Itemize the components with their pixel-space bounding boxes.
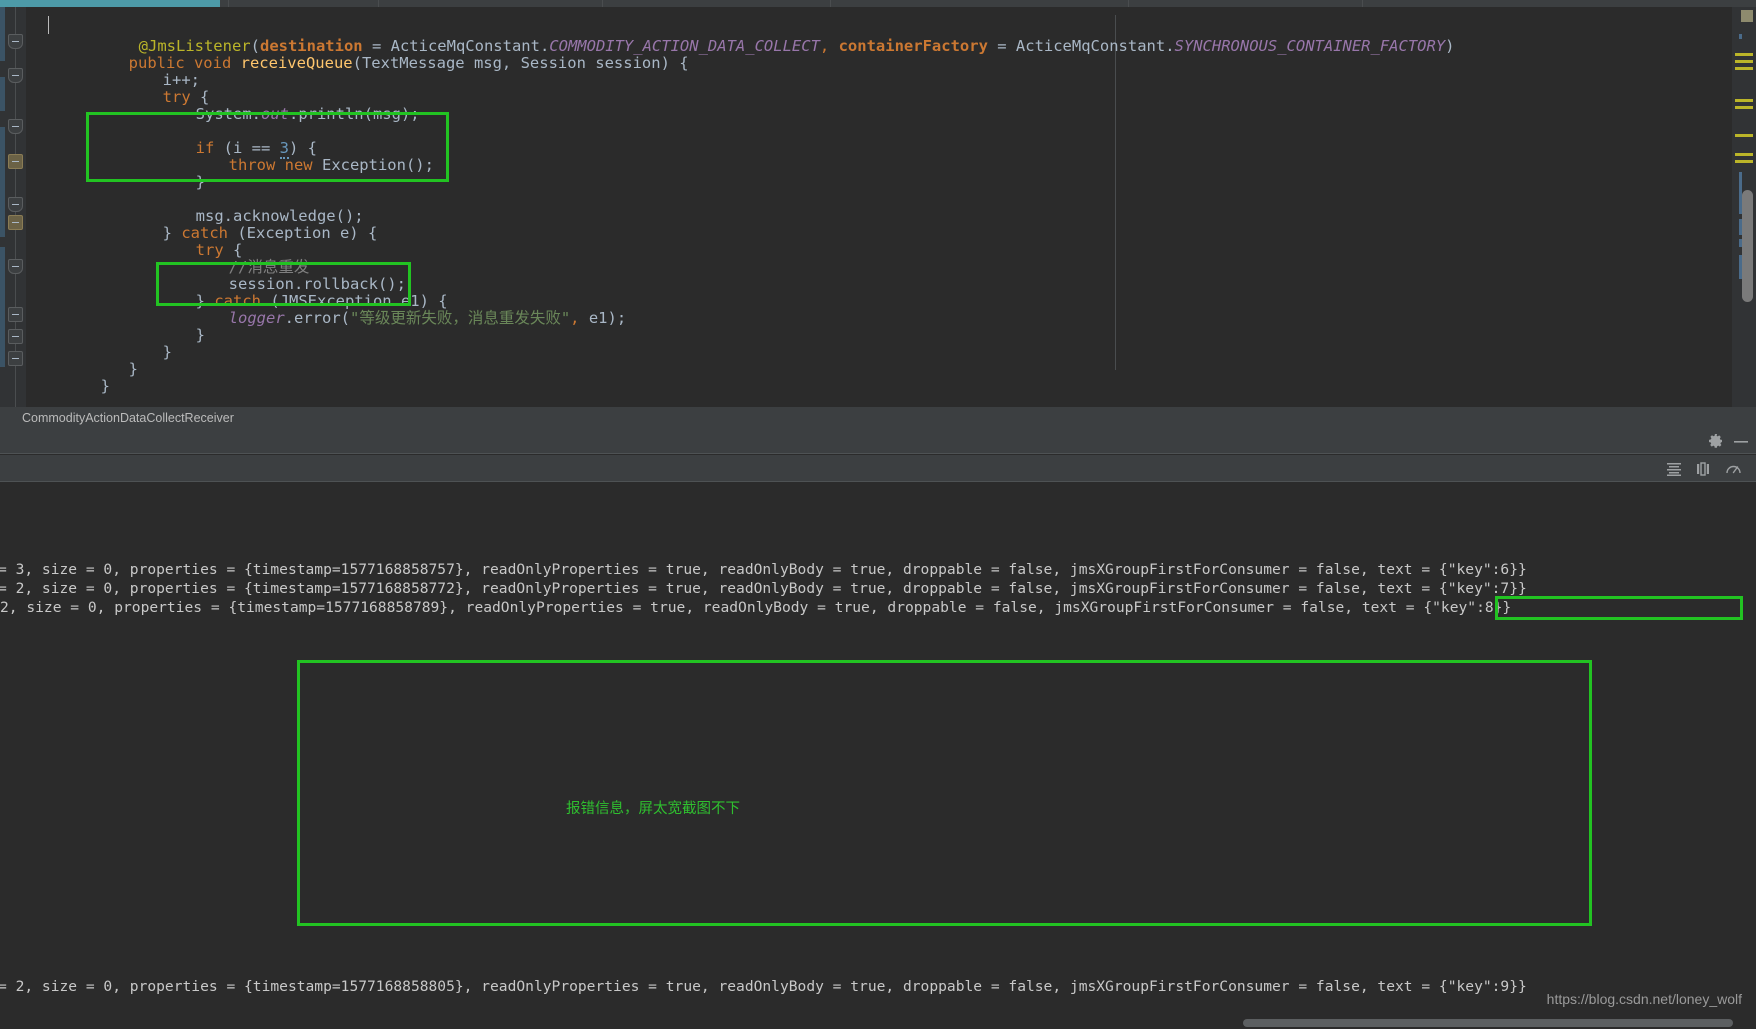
editor-right-gutter[interactable]: [1732, 7, 1756, 407]
breadcrumb[interactable]: CommodityActionDataCollectReceiver: [0, 407, 1756, 429]
annotation-note-text: 报错信息，屏太宽截图不下: [566, 801, 740, 817]
fold-marker[interactable]: [8, 68, 23, 83]
gear-icon[interactable]: [1708, 433, 1724, 449]
console-line: = 3, size = 0, properties = {timestamp=1…: [0, 561, 1527, 578]
minimize-icon[interactable]: [1734, 440, 1748, 443]
fold-marker[interactable]: [8, 197, 23, 212]
fold-marker[interactable]: [8, 329, 23, 344]
fold-marker[interactable]: [8, 351, 23, 366]
print-icon[interactable]: [1695, 461, 1711, 477]
change-marker: [0, 127, 5, 237]
top-progress-strip: [0, 0, 1756, 7]
fold-marker[interactable]: [8, 119, 23, 134]
text-caret: [48, 16, 49, 34]
change-marker: [0, 7, 5, 61]
console-output[interactable]: = 3, size = 0, properties = {timestamp=1…: [0, 483, 1756, 1029]
editor-left-gutter[interactable]: [0, 7, 26, 407]
ide-window: @JmsListener(destination = ActiceMqConst…: [0, 0, 1756, 1029]
code-text-area[interactable]: @JmsListener(destination = ActiceMqConst…: [26, 7, 1726, 407]
fold-marker[interactable]: [8, 307, 23, 322]
code-line: logger.error("等级更新失败，消息重发失败", e1);: [228, 308, 627, 327]
fold-marker-modified[interactable]: [8, 154, 23, 169]
console-toolbar-top: [0, 429, 1756, 454]
code-line: }: [100, 376, 110, 395]
annotation-box-error-note: [297, 660, 1592, 926]
scrollbar-thumb[interactable]: [1243, 1019, 1733, 1027]
soft-wrap-icon[interactable]: [1666, 461, 1682, 477]
breadcrumb-label: CommodityActionDataCollectReceiver: [22, 411, 234, 425]
console-vertical-scrollbar[interactable]: [1743, 483, 1756, 1017]
fold-marker[interactable]: [8, 34, 23, 49]
console-line-last: = 2, size = 0, properties = {timestamp=1…: [0, 978, 1527, 995]
console-line: = 2, size = 0, properties = {timestamp=1…: [0, 580, 1527, 597]
fold-marker-modified[interactable]: [8, 215, 23, 230]
console-line: 2, size = 0, properties = {timestamp=157…: [0, 599, 1512, 616]
change-marker: [0, 247, 5, 367]
code-editor[interactable]: @JmsListener(destination = ActiceMqConst…: [0, 7, 1756, 407]
editor-vertical-scrollbar[interactable]: [1742, 190, 1753, 302]
inspection-status-icon[interactable]: [1741, 10, 1753, 22]
gauge-icon[interactable]: [1725, 461, 1742, 477]
console-horizontal-scrollbar[interactable]: [0, 1016, 1756, 1029]
progress-bar: [0, 0, 220, 7]
fold-marker[interactable]: [8, 259, 23, 274]
console-toolbar-bottom: [0, 455, 1756, 482]
change-marker: [0, 77, 5, 111]
annotation-box-key8: [1495, 596, 1743, 620]
watermark: https://blog.csdn.net/loney_wolf: [1546, 991, 1742, 1007]
